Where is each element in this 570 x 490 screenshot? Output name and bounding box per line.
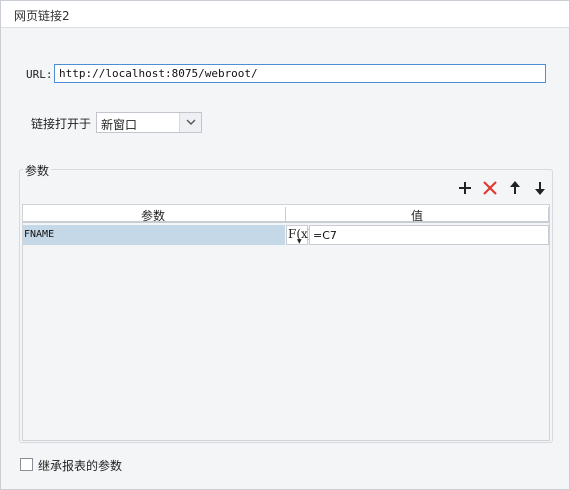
formula-button[interactable]: F(x) ▼ [286,225,312,245]
move-up-button[interactable] [506,179,524,197]
delete-x-icon [483,181,497,195]
open-in-label: 链接打开于 [31,117,92,131]
column-header-param[interactable]: 参数 [141,207,165,224]
arrow-down-icon [535,182,545,195]
arrow-up-icon [510,181,520,194]
add-param-button[interactable] [456,179,474,197]
param-value-cell[interactable]: =C7 [309,225,549,245]
dialog-window: 网页链接2 URL: 链接打开于 新窗口 参数 [0,0,570,490]
plus-icon [459,182,471,194]
chevron-down-icon [186,119,196,125]
column-divider [548,207,549,221]
params-group-title: 参数 [23,162,52,179]
delete-param-button[interactable] [481,179,499,197]
inherit-params-label[interactable]: 继承报表的参数 [38,457,122,474]
param-name-cell[interactable]: FNAME [23,225,285,245]
dropdown-button[interactable] [179,113,201,132]
url-input[interactable] [54,64,546,83]
inherit-params-checkbox[interactable] [20,458,33,471]
title-bar: 网页链接2 [1,1,569,28]
caret-down-icon: ▼ [297,238,302,245]
url-label: URL: [26,68,53,81]
column-header-value[interactable]: 值 [411,207,423,224]
open-in-select[interactable]: 新窗口 [96,112,202,133]
dialog-title: 网页链接2 [14,9,70,23]
open-in-selected-value: 新窗口 [101,118,138,132]
column-divider[interactable] [285,207,286,221]
table-row[interactable]: FNAME F(x) ▼ =C7 [23,225,549,245]
move-down-button[interactable] [531,179,549,197]
params-table: 参数 值 FNAME F(x) ▼ =C7 [22,204,550,441]
table-header: 参数 值 [23,205,549,223]
